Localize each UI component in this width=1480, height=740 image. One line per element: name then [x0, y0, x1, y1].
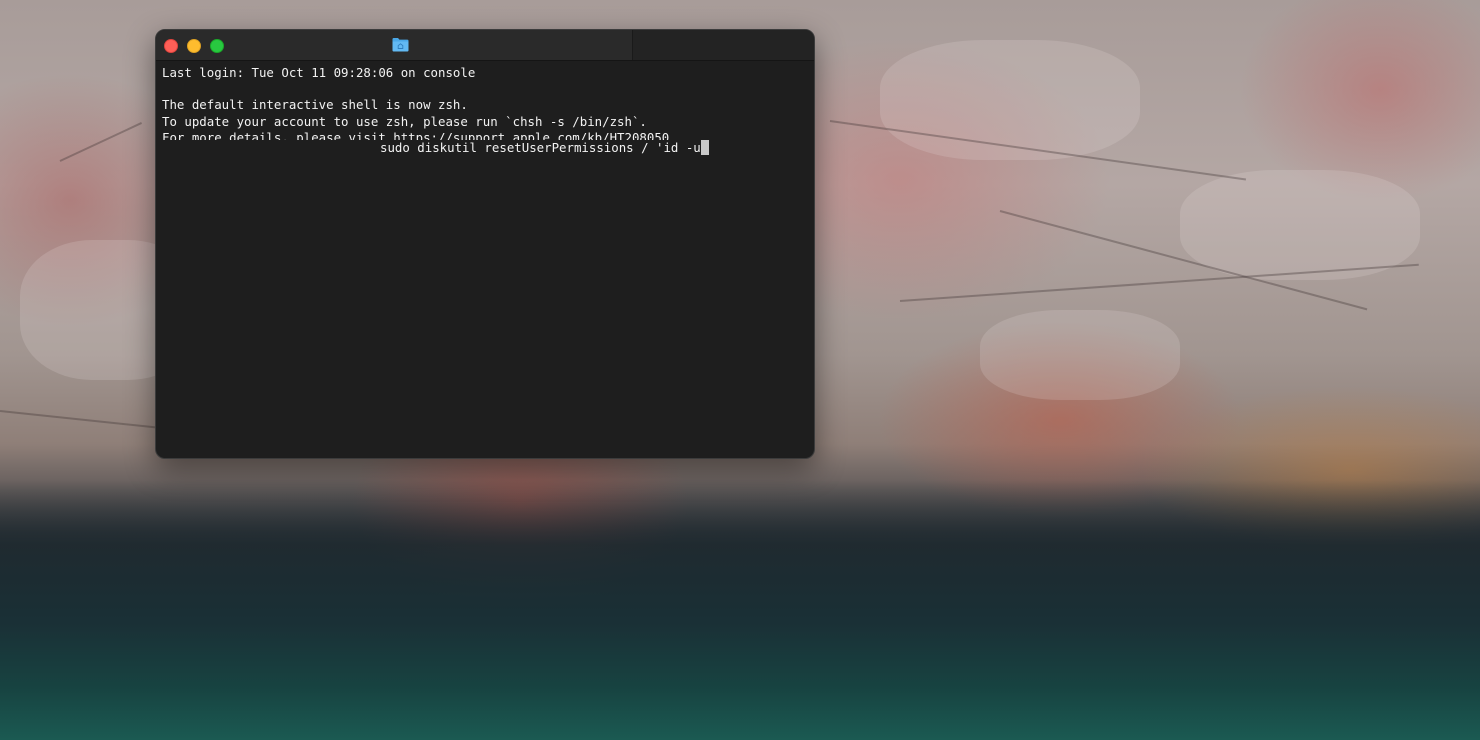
- rock-highlight: [880, 40, 1140, 160]
- rock-highlight: [1180, 170, 1420, 280]
- rock-crack: [59, 122, 142, 162]
- zoom-window-button[interactable]: [210, 39, 224, 53]
- text-cursor: [700, 139, 709, 155]
- details-notice-line: For more details, please visit https://s…: [162, 129, 677, 140]
- update-notice-line: To update your account to use zsh, pleas…: [162, 113, 647, 129]
- rock-crack: [899, 263, 1419, 302]
- close-window-button[interactable]: [164, 39, 178, 53]
- rock-highlight: [980, 310, 1180, 400]
- terminal-output[interactable]: Last login: Tue Oct 11 09:28:06 on conso…: [156, 61, 814, 458]
- command-input[interactable]: sudo diskutil resetUserPermissions / 'id…: [380, 140, 701, 155]
- sea-water: [0, 480, 1480, 740]
- last-login-line: Last login: Tue Oct 11 09:28:06 on conso…: [162, 65, 476, 80]
- shell-notice-line: The default interactive shell is now zsh…: [162, 97, 468, 113]
- window-titlebar[interactable]: [156, 30, 814, 61]
- folder-icon: [392, 38, 409, 52]
- minimize-window-button[interactable]: [187, 39, 201, 53]
- terminal-window[interactable]: Last login: Tue Oct 11 09:28:06 on conso…: [155, 29, 815, 459]
- command-prompt-line[interactable]: sudo diskutil resetUserPermissions / 'id…: [162, 139, 808, 156]
- title-tab-area[interactable]: [632, 30, 814, 60]
